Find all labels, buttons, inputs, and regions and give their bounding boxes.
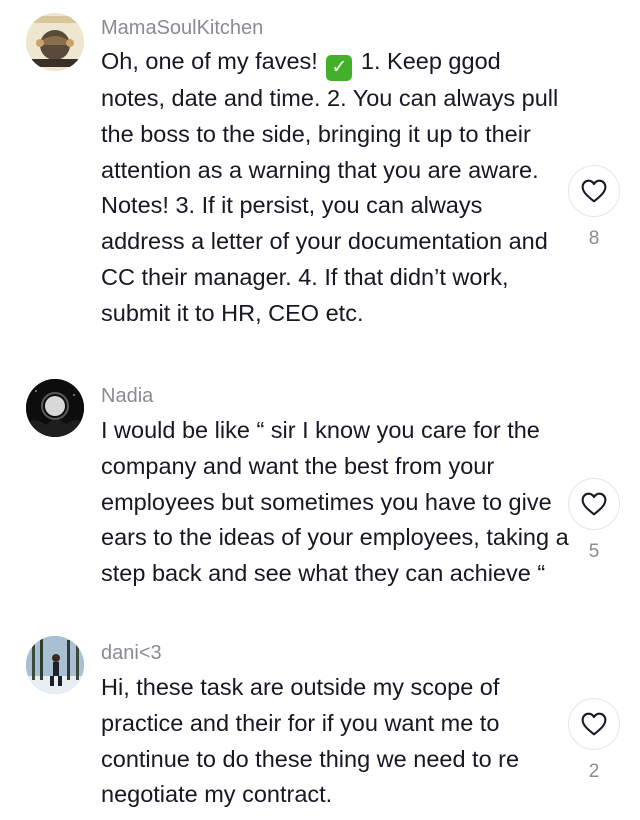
heart-icon	[581, 712, 607, 736]
avatar[interactable]	[26, 13, 84, 71]
username[interactable]: MamaSoulKitchen	[101, 16, 263, 40]
like-button[interactable]	[568, 698, 620, 750]
comment-text-start: Oh, one of my faves!	[101, 48, 325, 74]
username[interactable]: dani<3	[101, 641, 162, 665]
like-button[interactable]	[568, 165, 620, 217]
comment-text: Oh, one of my faves! ✓ 1. Keep ggod note…	[101, 44, 571, 332]
avatar[interactable]	[26, 636, 84, 694]
comment-text: Hi, these task are outside my scope of p…	[101, 674, 526, 808]
username[interactable]: Nadia	[101, 384, 153, 408]
comment-text-rest: 1. Keep ggod notes, date and time. 2. Yo…	[101, 48, 565, 326]
like-count: 5	[588, 541, 600, 562]
like-count: 8	[588, 228, 600, 249]
comment-text: I would be like “ sir I know you care fo…	[101, 417, 576, 587]
like-button[interactable]	[568, 478, 620, 530]
heart-icon	[581, 492, 607, 516]
check-mark-icon: ✓	[326, 55, 353, 81]
avatar[interactable]	[26, 379, 84, 437]
heart-icon	[581, 179, 607, 203]
avatar-image	[26, 379, 84, 437]
like-count: 2	[588, 761, 600, 782]
avatar-image	[26, 636, 84, 694]
avatar-image	[26, 13, 84, 71]
